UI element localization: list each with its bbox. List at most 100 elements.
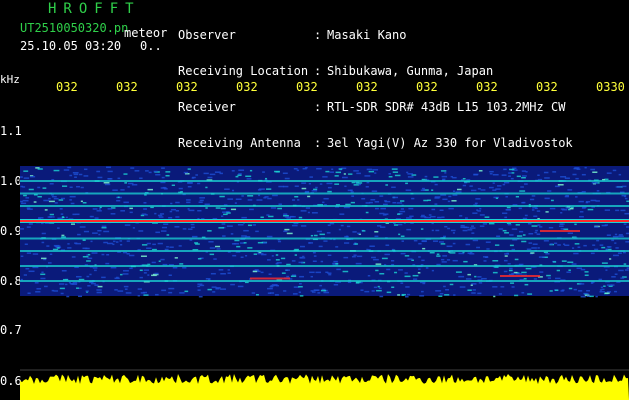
noise-speckle: [579, 215, 584, 218]
noise-speckle: [436, 255, 441, 257]
noise-speckle: [421, 187, 425, 190]
noise-speckle: [72, 213, 77, 216]
noise-speckle: [599, 244, 604, 246]
noise-speckle: [71, 283, 78, 285]
noise-speckle: [252, 224, 256, 226]
noise-speckle: [36, 288, 42, 290]
noise-speckle: [298, 285, 303, 288]
noise-speckle: [520, 186, 524, 188]
noise-speckle: [334, 183, 340, 185]
noise-speckle: [400, 282, 404, 284]
noise-speckle: [51, 289, 55, 292]
noise-speckle: [452, 194, 458, 196]
noise-speckle: [313, 234, 318, 237]
noise-speckle: [615, 209, 620, 212]
noise-speckle: [255, 294, 259, 296]
noise-speckle: [561, 260, 567, 262]
noise-speckle: [434, 196, 441, 198]
noise-speckle: [594, 226, 599, 228]
noise-speckle: [232, 189, 235, 192]
noise-speckle: [510, 282, 515, 284]
noise-speckle: [169, 210, 173, 213]
noise-speckle: [601, 262, 608, 264]
noise-speckle: [580, 295, 586, 298]
noise-speckle: [220, 207, 226, 210]
noise-speckle: [83, 175, 89, 177]
noise-speckle: [63, 169, 70, 171]
noise-speckle: [235, 198, 242, 200]
noise-speckle: [28, 223, 33, 225]
noise-speckle: [85, 247, 90, 250]
noise-speckle: [44, 285, 48, 288]
app-brand: HROFFT: [48, 1, 141, 17]
noise-speckle: [298, 261, 304, 264]
noise-speckle: [492, 189, 497, 191]
noise-speckle: [91, 252, 98, 254]
noise-speckle: [311, 190, 318, 192]
noise-speckle: [374, 231, 379, 233]
noise-speckle: [618, 269, 624, 272]
noise-speckle: [27, 292, 31, 294]
noise-speckle: [182, 267, 187, 269]
noise-speckle: [356, 182, 363, 184]
noise-speckle: [158, 216, 164, 218]
noise-speckle: [465, 278, 472, 280]
noise-speckle: [604, 209, 611, 211]
noise-speckle: [579, 211, 584, 213]
noise-speckle: [464, 217, 468, 219]
noise-speckle: [447, 227, 451, 230]
noise-speckle: [230, 208, 237, 211]
noise-speckle: [406, 228, 412, 231]
noise-speckle: [393, 224, 399, 226]
noise-speckle: [611, 239, 615, 242]
noise-speckle: [231, 170, 235, 172]
noise-speckle: [119, 240, 123, 242]
noise-speckle: [209, 253, 215, 256]
noise-speckle: [500, 286, 505, 288]
noise-speckle: [286, 232, 293, 235]
noise-speckle: [521, 240, 527, 243]
noise-speckle: [305, 166, 308, 169]
noise-speckle: [571, 263, 577, 265]
noise-speckle: [596, 190, 600, 192]
noise-speckle: [543, 240, 549, 242]
noise-speckle: [545, 211, 549, 213]
noise-speckle: [113, 240, 116, 243]
noise-speckle: [26, 252, 32, 254]
noise-speckle: [559, 223, 564, 225]
noise-speckle: [524, 183, 528, 185]
noise-speckle: [34, 282, 39, 284]
noise-speckle: [256, 199, 263, 201]
noise-speckle: [245, 175, 252, 178]
noise-speckle: [453, 294, 456, 296]
noise-speckle: [191, 235, 198, 238]
noise-speckle: [280, 257, 286, 260]
noise-speckle: [325, 271, 329, 274]
noise-speckle: [568, 269, 571, 271]
noise-speckle: [139, 276, 143, 279]
noise-speckle: [388, 175, 393, 178]
noise-speckle: [313, 255, 317, 257]
noise-speckle: [411, 197, 415, 200]
noise-speckle: [272, 194, 278, 197]
noise-speckle: [130, 167, 135, 169]
carrier-line: [20, 250, 629, 252]
noise-speckle: [437, 216, 442, 219]
noise-speckle: [276, 262, 282, 264]
noise-speckle: [103, 230, 110, 233]
noise-speckle: [129, 254, 135, 257]
noise-speckle: [339, 213, 345, 215]
noise-speckle: [152, 243, 156, 246]
noise-speckle: [265, 177, 268, 180]
noise-speckle: [237, 224, 244, 226]
noise-speckle: [364, 290, 370, 293]
noise-speckle: [519, 230, 524, 233]
freq-tick-label: 0.9: [0, 224, 22, 238]
noise-speckle: [283, 230, 288, 233]
noise-speckle: [157, 214, 163, 217]
noise-speckle: [78, 173, 83, 176]
noise-speckle: [310, 290, 314, 292]
noise-speckle: [573, 288, 577, 291]
noise-speckle: [23, 170, 29, 172]
noise-speckle: [247, 224, 252, 227]
